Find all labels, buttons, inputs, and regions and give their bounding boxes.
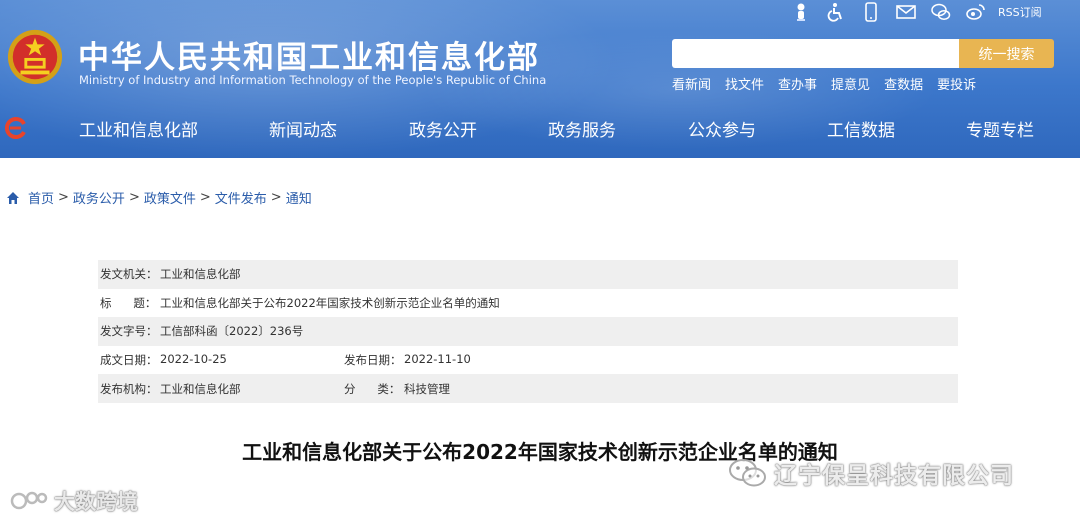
issuer-value: 工业和信息化部	[160, 267, 241, 282]
mobile-icon[interactable]	[860, 1, 882, 23]
site-title[interactable]: 中华人民共和国工业和信息化部	[78, 32, 540, 77]
info-row-title: 标 题： 工业和信息化部关于公布2022年国家技术创新示范企业名单的通知	[98, 289, 958, 318]
publish-date-label: 发布日期：	[344, 353, 402, 368]
nav-item-ministry[interactable]: 工业和信息化部	[79, 116, 198, 141]
watermark-right: 辽宁保呈科技有限公司	[728, 456, 1014, 490]
watermark-left-text: 大数跨境	[54, 490, 138, 514]
breadcrumb-document-release[interactable]: 文件发布	[215, 188, 267, 207]
written-date-value: 2022-10-25	[160, 352, 227, 367]
watermark-left: 大数跨境	[10, 486, 138, 516]
site-header: 中华人民共和国工业和信息化部 Ministry of Industry and …	[0, 0, 1080, 158]
wechat-icon	[729, 459, 766, 487]
info-row-issuer: 发文机关： 工业和信息化部	[98, 260, 958, 289]
national-emblem-icon	[7, 29, 63, 85]
nav-item-topics[interactable]: 专题专栏	[966, 116, 1034, 141]
nav-item-participation[interactable]: 公众参与	[688, 116, 756, 141]
search-button[interactable]: 统一搜索	[959, 39, 1054, 68]
watermark-logo-icon	[10, 491, 48, 510]
title-label: 标 题：	[100, 295, 157, 310]
written-date-label: 成文日期：	[100, 353, 158, 368]
breadcrumb-notice[interactable]: 通知	[286, 188, 312, 207]
info-row-doc-no: 发文字号： 工信部科函〔2022〕236号	[98, 317, 958, 346]
doc-no-value: 工信部科函〔2022〕236号	[160, 324, 304, 339]
watermark-right-text: 辽宁保呈科技有限公司	[774, 463, 1014, 489]
top-icon-bar: RSS订阅	[790, 0, 1080, 24]
info-row-dates: 成文日期： 2022-10-25 发布日期： 2022-11-10	[98, 346, 958, 375]
quick-link-complaint[interactable]: 要投诉	[937, 74, 976, 93]
weibo-icon[interactable]	[965, 1, 987, 23]
weixin-icon[interactable]	[930, 1, 952, 23]
quick-link-files[interactable]: 找文件	[725, 74, 764, 93]
category-label: 分 类：	[344, 381, 401, 396]
info-row-publisher: 发布机构： 工业和信息化部 分 类： 科技管理	[98, 374, 958, 403]
issuer-label: 发文机关：	[100, 267, 158, 282]
publisher-value: 工业和信息化部	[160, 381, 241, 396]
title-value: 工业和信息化部关于公布2022年国家技术创新示范企业名单的通知	[160, 295, 500, 310]
doc-no-label: 发文字号：	[100, 324, 158, 339]
nav-item-public-affairs[interactable]: 政务公开	[409, 116, 477, 141]
breadcrumb-home[interactable]: 首页	[28, 188, 54, 207]
publisher-label: 发布机构：	[100, 381, 158, 396]
publish-date-value: 2022-11-10	[404, 352, 471, 367]
accessibility-icon[interactable]	[825, 1, 847, 23]
search-input[interactable]	[672, 39, 959, 68]
quick-link-services[interactable]: 查办事	[778, 74, 817, 93]
breadcrumb-policy-documents[interactable]: 政策文件	[144, 188, 196, 207]
document-info-table: 发文机关： 工业和信息化部 标 题： 工业和信息化部关于公布2022年国家技术创…	[98, 260, 958, 403]
mail-icon[interactable]	[895, 1, 917, 23]
home-icon	[7, 191, 19, 204]
quick-links: 看新闻 找文件 查办事 提意见 查数据 要投诉	[672, 74, 990, 93]
breadcrumb: 首页 > 政务公开 > 政策文件 > 文件发布 > 通知	[6, 188, 312, 207]
e-gov-logo-icon	[4, 117, 26, 139]
main-nav: 工业和信息化部 新闻动态 政务公开 政务服务 公众参与 工信数据 专题专栏	[0, 110, 1080, 148]
nav-item-data[interactable]: 工信数据	[827, 116, 895, 141]
nav-item-news[interactable]: 新闻动态	[269, 116, 337, 141]
breadcrumb-public-affairs[interactable]: 政务公开	[73, 188, 125, 207]
mascot-icon[interactable]	[790, 1, 812, 23]
quick-link-data[interactable]: 查数据	[884, 74, 923, 93]
nav-item-services[interactable]: 政务服务	[548, 116, 616, 141]
quick-link-suggest[interactable]: 提意见	[831, 74, 870, 93]
category-value: 科技管理	[404, 381, 450, 396]
quick-link-news[interactable]: 看新闻	[672, 74, 711, 93]
site-title-english: Ministry of Industry and Information Tec…	[79, 73, 547, 87]
rss-link[interactable]: RSS订阅	[998, 4, 1042, 20]
